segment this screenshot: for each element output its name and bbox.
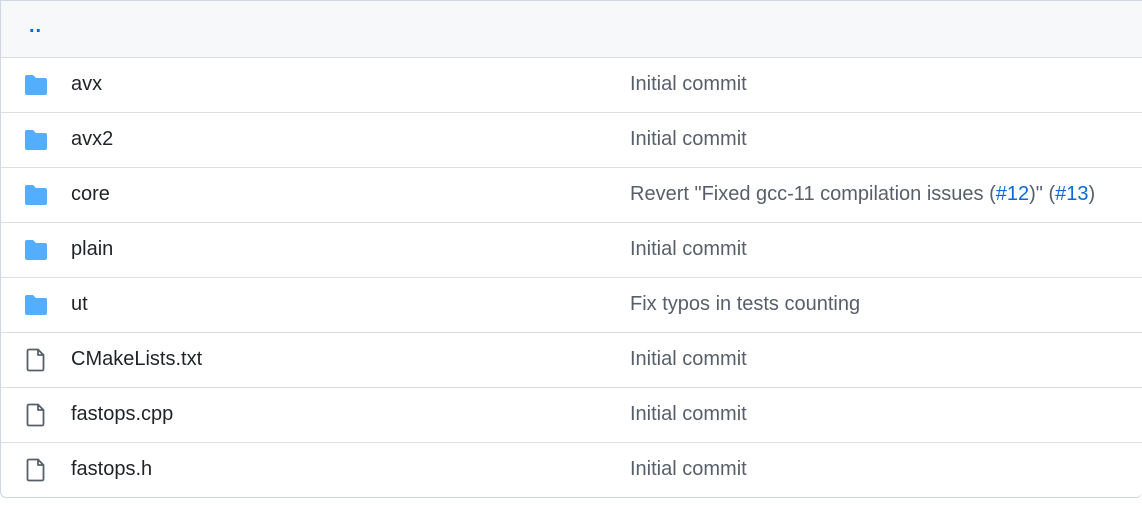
row-name[interactable]: fastops.h xyxy=(71,458,152,481)
commit-message[interactable]: Initial commit xyxy=(630,128,747,151)
table-row[interactable]: ut Fix typos in tests counting xyxy=(1,277,1142,332)
table-row[interactable]: core Revert "Fixed gcc-11 compilation is… xyxy=(1,167,1142,222)
pull-request-link-13[interactable]: #13 xyxy=(1055,183,1088,205)
table-row[interactable]: avx2 Initial commit xyxy=(1,112,1142,167)
commit-message-prefix[interactable]: Revert "Fixed gcc-11 compilation issues … xyxy=(630,183,996,205)
file-table: .. avx Initial commit avx2 Initial commi… xyxy=(0,0,1142,498)
table-row[interactable]: CMakeLists.txt Initial commit xyxy=(1,332,1142,387)
folder-icon xyxy=(23,239,49,261)
table-row[interactable]: plain Initial commit xyxy=(1,222,1142,277)
row-name[interactable]: CMakeLists.txt xyxy=(71,348,202,371)
row-name[interactable]: plain xyxy=(71,238,113,261)
commit-message[interactable]: Fix typos in tests counting xyxy=(630,293,860,316)
folder-icon xyxy=(23,129,49,151)
parent-directory-link[interactable]: .. xyxy=(29,15,42,38)
commit-message: Revert "Fixed gcc-11 compilation issues … xyxy=(630,183,1095,206)
row-name[interactable]: fastops.cpp xyxy=(71,403,173,426)
row-name[interactable]: avx2 xyxy=(71,128,113,151)
table-row[interactable]: fastops.h Initial commit xyxy=(1,442,1142,497)
commit-message-middle[interactable]: )" ( xyxy=(1029,183,1055,205)
table-row[interactable]: fastops.cpp Initial commit xyxy=(1,387,1142,442)
pull-request-link-12[interactable]: #12 xyxy=(996,183,1029,205)
folder-icon xyxy=(23,294,49,316)
commit-message[interactable]: Initial commit xyxy=(630,348,747,371)
file-icon xyxy=(23,458,49,482)
folder-icon xyxy=(23,184,49,206)
file-icon xyxy=(23,348,49,372)
row-name[interactable]: avx xyxy=(71,73,102,96)
row-name[interactable]: core xyxy=(71,183,110,206)
row-name[interactable]: ut xyxy=(71,293,88,316)
commit-message[interactable]: Initial commit xyxy=(630,458,747,481)
parent-directory-row[interactable]: .. xyxy=(1,1,1142,57)
commit-message-suffix[interactable]: ) xyxy=(1089,183,1096,205)
table-row[interactable]: avx Initial commit xyxy=(1,57,1142,112)
folder-icon xyxy=(23,74,49,96)
file-icon xyxy=(23,403,49,427)
commit-message[interactable]: Initial commit xyxy=(630,238,747,261)
commit-message[interactable]: Initial commit xyxy=(630,403,747,426)
commit-message[interactable]: Initial commit xyxy=(630,73,747,96)
